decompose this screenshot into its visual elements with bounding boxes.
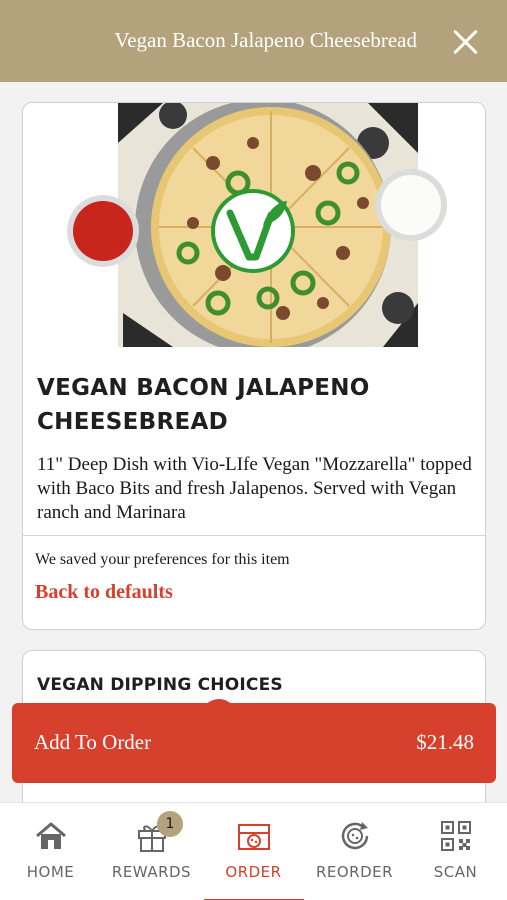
tab-rewards[interactable]: 1 REWARDS <box>101 803 202 900</box>
reorder-icon <box>341 822 369 850</box>
tab-reorder-label: REORDER <box>315 863 394 881</box>
tab-scan[interactable]: SCAN <box>405 803 506 900</box>
item-description: 11" Deep Dish with Vio-LIfe Vegan "Mozza… <box>37 454 472 523</box>
tab-order[interactable]: ORDER <box>203 803 304 900</box>
divider <box>23 535 485 536</box>
item-detail-content[interactable]: VEGAN BACON JALAPENO CHEESEBREAD 11" Dee… <box>0 82 507 802</box>
vegan-v-icon <box>211 189 295 273</box>
tab-scan-label: SCAN <box>433 863 478 881</box>
bottom-tab-bar: HOME 1 REWARDS ORDER REORDER SCAN <box>0 802 507 900</box>
back-to-defaults-link[interactable]: Back to defaults <box>35 581 173 604</box>
close-icon[interactable] <box>451 28 479 56</box>
add-to-order-button[interactable]: Add To Order $21.48 <box>12 703 496 783</box>
tab-reorder[interactable]: REORDER <box>304 803 405 900</box>
tab-home[interactable]: HOME <box>0 803 101 900</box>
item-name: VEGAN BACON JALAPENO CHEESEBREAD <box>37 375 370 435</box>
qr-code-icon <box>441 821 471 851</box>
tab-rewards-label: REWARDS <box>111 863 192 881</box>
item-card: VEGAN BACON JALAPENO CHEESEBREAD 11" Dee… <box>22 102 486 630</box>
cheesebread-photo <box>67 103 447 355</box>
pizza-box-icon <box>238 824 270 850</box>
item-image <box>23 103 485 355</box>
tab-home-label: HOME <box>26 863 75 881</box>
top-bar: Vegan Bacon Jalapeno Cheesebread <box>0 0 507 82</box>
dipping-choices-title: VEGAN DIPPING CHOICES <box>37 675 283 695</box>
home-icon <box>36 822 66 849</box>
add-to-order-label: Add To Order <box>34 730 152 754</box>
order-price: $21.48 <box>416 730 474 754</box>
preferences-note: We saved your preferences for this item <box>35 551 290 568</box>
tab-order-label: ORDER <box>225 863 282 881</box>
page-title: Vegan Bacon Jalapeno Cheesebread <box>114 28 417 52</box>
rewards-count-badge: 1 <box>157 811 183 837</box>
